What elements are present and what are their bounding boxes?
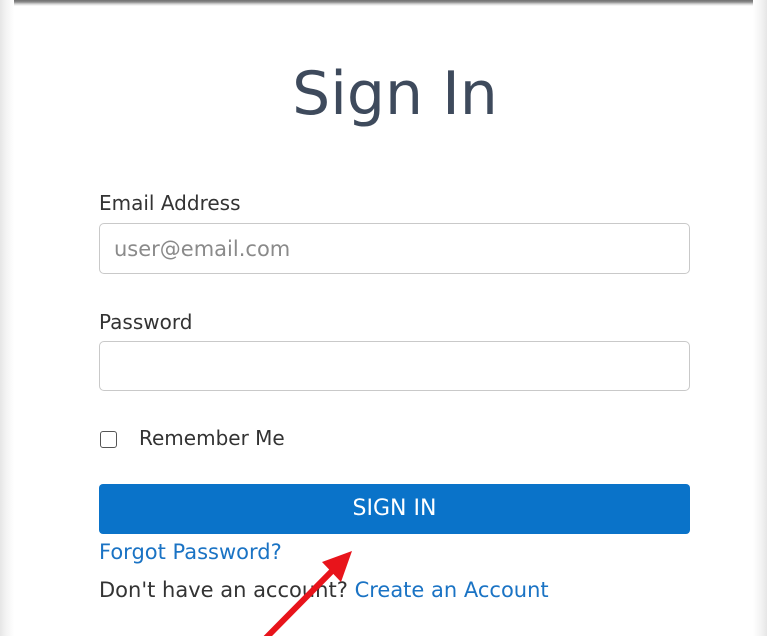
page-title: Sign In xyxy=(292,59,498,129)
email-label: Email Address xyxy=(99,191,241,215)
email-input[interactable] xyxy=(99,223,690,274)
create-account-link[interactable]: Create an Account xyxy=(355,578,549,602)
remember-me-label[interactable]: Remember Me xyxy=(139,428,285,448)
password-input[interactable] xyxy=(99,341,690,391)
remember-me-checkbox[interactable] xyxy=(100,431,117,448)
sign-in-page: Sign In Email Address Password Remember … xyxy=(0,0,767,636)
forgot-password-link[interactable]: Forgot Password? xyxy=(99,542,282,563)
sign-in-button[interactable]: SIGN IN xyxy=(99,484,690,534)
password-label: Password xyxy=(99,310,193,334)
window-top-shadow xyxy=(0,0,767,6)
no-account-prompt: Don't have an account? xyxy=(99,578,355,602)
create-account-row: Don't have an account? Create an Account xyxy=(99,580,549,601)
